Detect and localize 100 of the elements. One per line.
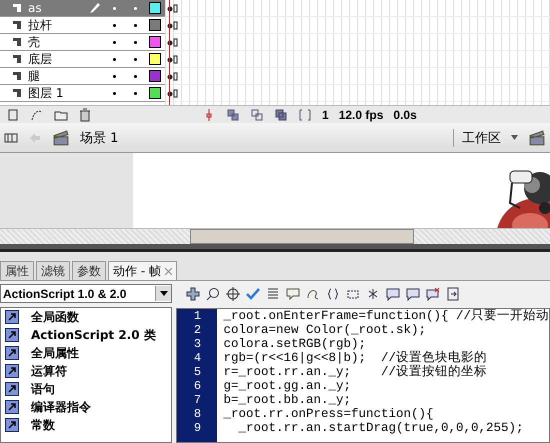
category-label: 常数	[31, 416, 55, 434]
layer-row[interactable]: 壳	[0, 34, 165, 51]
code-line: _root.onEnterFrame=function(){ //只要一开始动	[223, 309, 549, 323]
format-icon[interactable]	[266, 287, 280, 301]
layer-name: as	[28, 1, 43, 15]
category-item[interactable]: 常数	[1, 416, 172, 434]
layer-row[interactable]: 拉杆	[0, 17, 165, 34]
layer-row[interactable]: as	[0, 0, 165, 17]
code-line: rgb=(r<<16|g<<8|b); //设置色块电影的	[223, 351, 488, 365]
visibility-dot[interactable]	[113, 24, 116, 26]
code-line: _root.rr.an.startDrag(true,0,0,0,255);	[237, 421, 525, 435]
panel-tab[interactable]: 动作 - 帧	[108, 261, 177, 280]
code-line: r=_root.rr.an._y; //设置按钮的坐标	[223, 365, 488, 379]
code-line: colora.setRGB(rgb);	[223, 337, 367, 351]
edit-frames-icon[interactable]	[274, 108, 288, 122]
debug-icon[interactable]	[306, 287, 320, 301]
outline-color-swatch[interactable]	[149, 70, 161, 82]
dropdown-caret-icon	[160, 291, 168, 296]
category-label: ActionScript 2.0 类	[31, 326, 156, 344]
line-comment-icon[interactable]	[406, 287, 420, 301]
outline-color-swatch[interactable]	[149, 36, 161, 48]
category-item[interactable]: 全局属性	[1, 344, 172, 362]
pencil-icon	[89, 2, 101, 14]
lock-dot[interactable]	[134, 92, 137, 94]
outline-color-swatch[interactable]	[149, 87, 161, 99]
code-hint-icon[interactable]	[286, 287, 300, 301]
category-item[interactable]: 全局函数	[1, 308, 172, 326]
line-number: 6	[192, 379, 202, 393]
version-dropdown[interactable]: ActionScript 1.0 & 2.0	[0, 284, 172, 303]
remove-comment-icon[interactable]	[426, 287, 440, 301]
layer-name: 腿	[28, 68, 41, 84]
book-icon	[5, 418, 19, 432]
lock-dot[interactable]	[134, 74, 137, 78]
book-icon	[5, 328, 19, 342]
close-icon[interactable]	[164, 268, 172, 274]
line-number: 5	[192, 365, 202, 379]
scene-icon[interactable]	[52, 130, 70, 146]
code-line: b=_root.bb.an._y;	[223, 393, 352, 407]
block-comment-icon[interactable]	[386, 287, 400, 301]
panel-tab[interactable]: 属性	[0, 261, 34, 280]
target-icon[interactable]	[226, 287, 240, 301]
visibility-dot[interactable]	[113, 6, 116, 10]
code-line: colora=new Color(_root.sk);	[223, 323, 427, 337]
category-item[interactable]: 运算符	[1, 362, 172, 380]
frame-rate: 12.0 fps	[338, 108, 384, 122]
collapse-braces-icon[interactable]	[326, 287, 340, 301]
workspace-menu[interactable]: 工作区	[453, 128, 501, 146]
lock-dot[interactable]	[134, 24, 137, 26]
code-line: _root.rr.onPress=function(){	[223, 407, 434, 421]
visibility-dot[interactable]	[113, 92, 116, 94]
lock-dot[interactable]	[134, 58, 137, 60]
category-label: 运算符	[31, 362, 67, 380]
layer-row[interactable]: 图层 1	[0, 85, 165, 102]
layer-name: 图层 1	[28, 84, 64, 102]
elapsed-time: 0.0s	[393, 108, 417, 122]
add-icon[interactable]	[186, 287, 200, 301]
category-item[interactable]: 语句	[1, 380, 172, 398]
lock-dot[interactable]	[134, 40, 137, 44]
check-icon[interactable]	[246, 287, 260, 301]
line-number: 4	[192, 351, 202, 365]
visibility-dot[interactable]	[113, 58, 116, 60]
book-icon	[5, 382, 19, 396]
layer-name: 底层	[28, 50, 53, 68]
book-icon	[5, 364, 19, 378]
category-item[interactable]: 编译器指令	[1, 398, 172, 416]
onion-markers-icon[interactable]	[298, 108, 312, 122]
panel-tab[interactable]: 滤镜	[36, 261, 70, 280]
scrollbar-thumb[interactable]	[190, 229, 414, 244]
outline-color-swatch[interactable]	[149, 2, 161, 14]
layer-name: 壳	[28, 34, 41, 50]
scene-name: 场景 1	[80, 130, 120, 146]
new-layer-icon[interactable]	[6, 108, 20, 122]
outline-color-swatch[interactable]	[149, 53, 161, 65]
timeline-toggle-icon[interactable]	[4, 130, 18, 144]
layer-row[interactable]: 底层	[0, 51, 165, 68]
line-number: 2	[192, 323, 202, 337]
current-frame: 1	[322, 108, 329, 122]
book-icon	[5, 346, 19, 360]
edit-scene-icon[interactable]	[528, 130, 546, 146]
category-label: 编译器指令	[31, 398, 91, 416]
code-line: g=_root.gg.an._y;	[223, 379, 352, 393]
line-number: 9	[192, 421, 202, 435]
layer-row[interactable]: 腿	[0, 68, 165, 85]
book-icon	[5, 310, 19, 324]
onion-skin-icon[interactable]	[226, 108, 240, 122]
visibility-dot[interactable]	[113, 40, 116, 44]
find-icon[interactable]	[206, 287, 220, 301]
line-number: 7	[192, 393, 202, 407]
lock-dot[interactable]	[134, 6, 137, 10]
visibility-dot[interactable]	[113, 74, 116, 78]
panel-tab[interactable]: 参数	[72, 261, 106, 280]
book-icon	[5, 400, 19, 414]
outline-color-swatch[interactable]	[149, 19, 161, 31]
line-number: 8	[192, 407, 202, 421]
line-number: 1	[192, 309, 202, 323]
script-assist-icon[interactable]	[446, 287, 460, 301]
onion-outline-icon[interactable]	[250, 108, 264, 122]
category-item[interactable]: ActionScript 2.0 类	[1, 326, 172, 344]
category-label: 全局函数	[31, 308, 79, 326]
trash-icon[interactable]	[78, 108, 92, 122]
